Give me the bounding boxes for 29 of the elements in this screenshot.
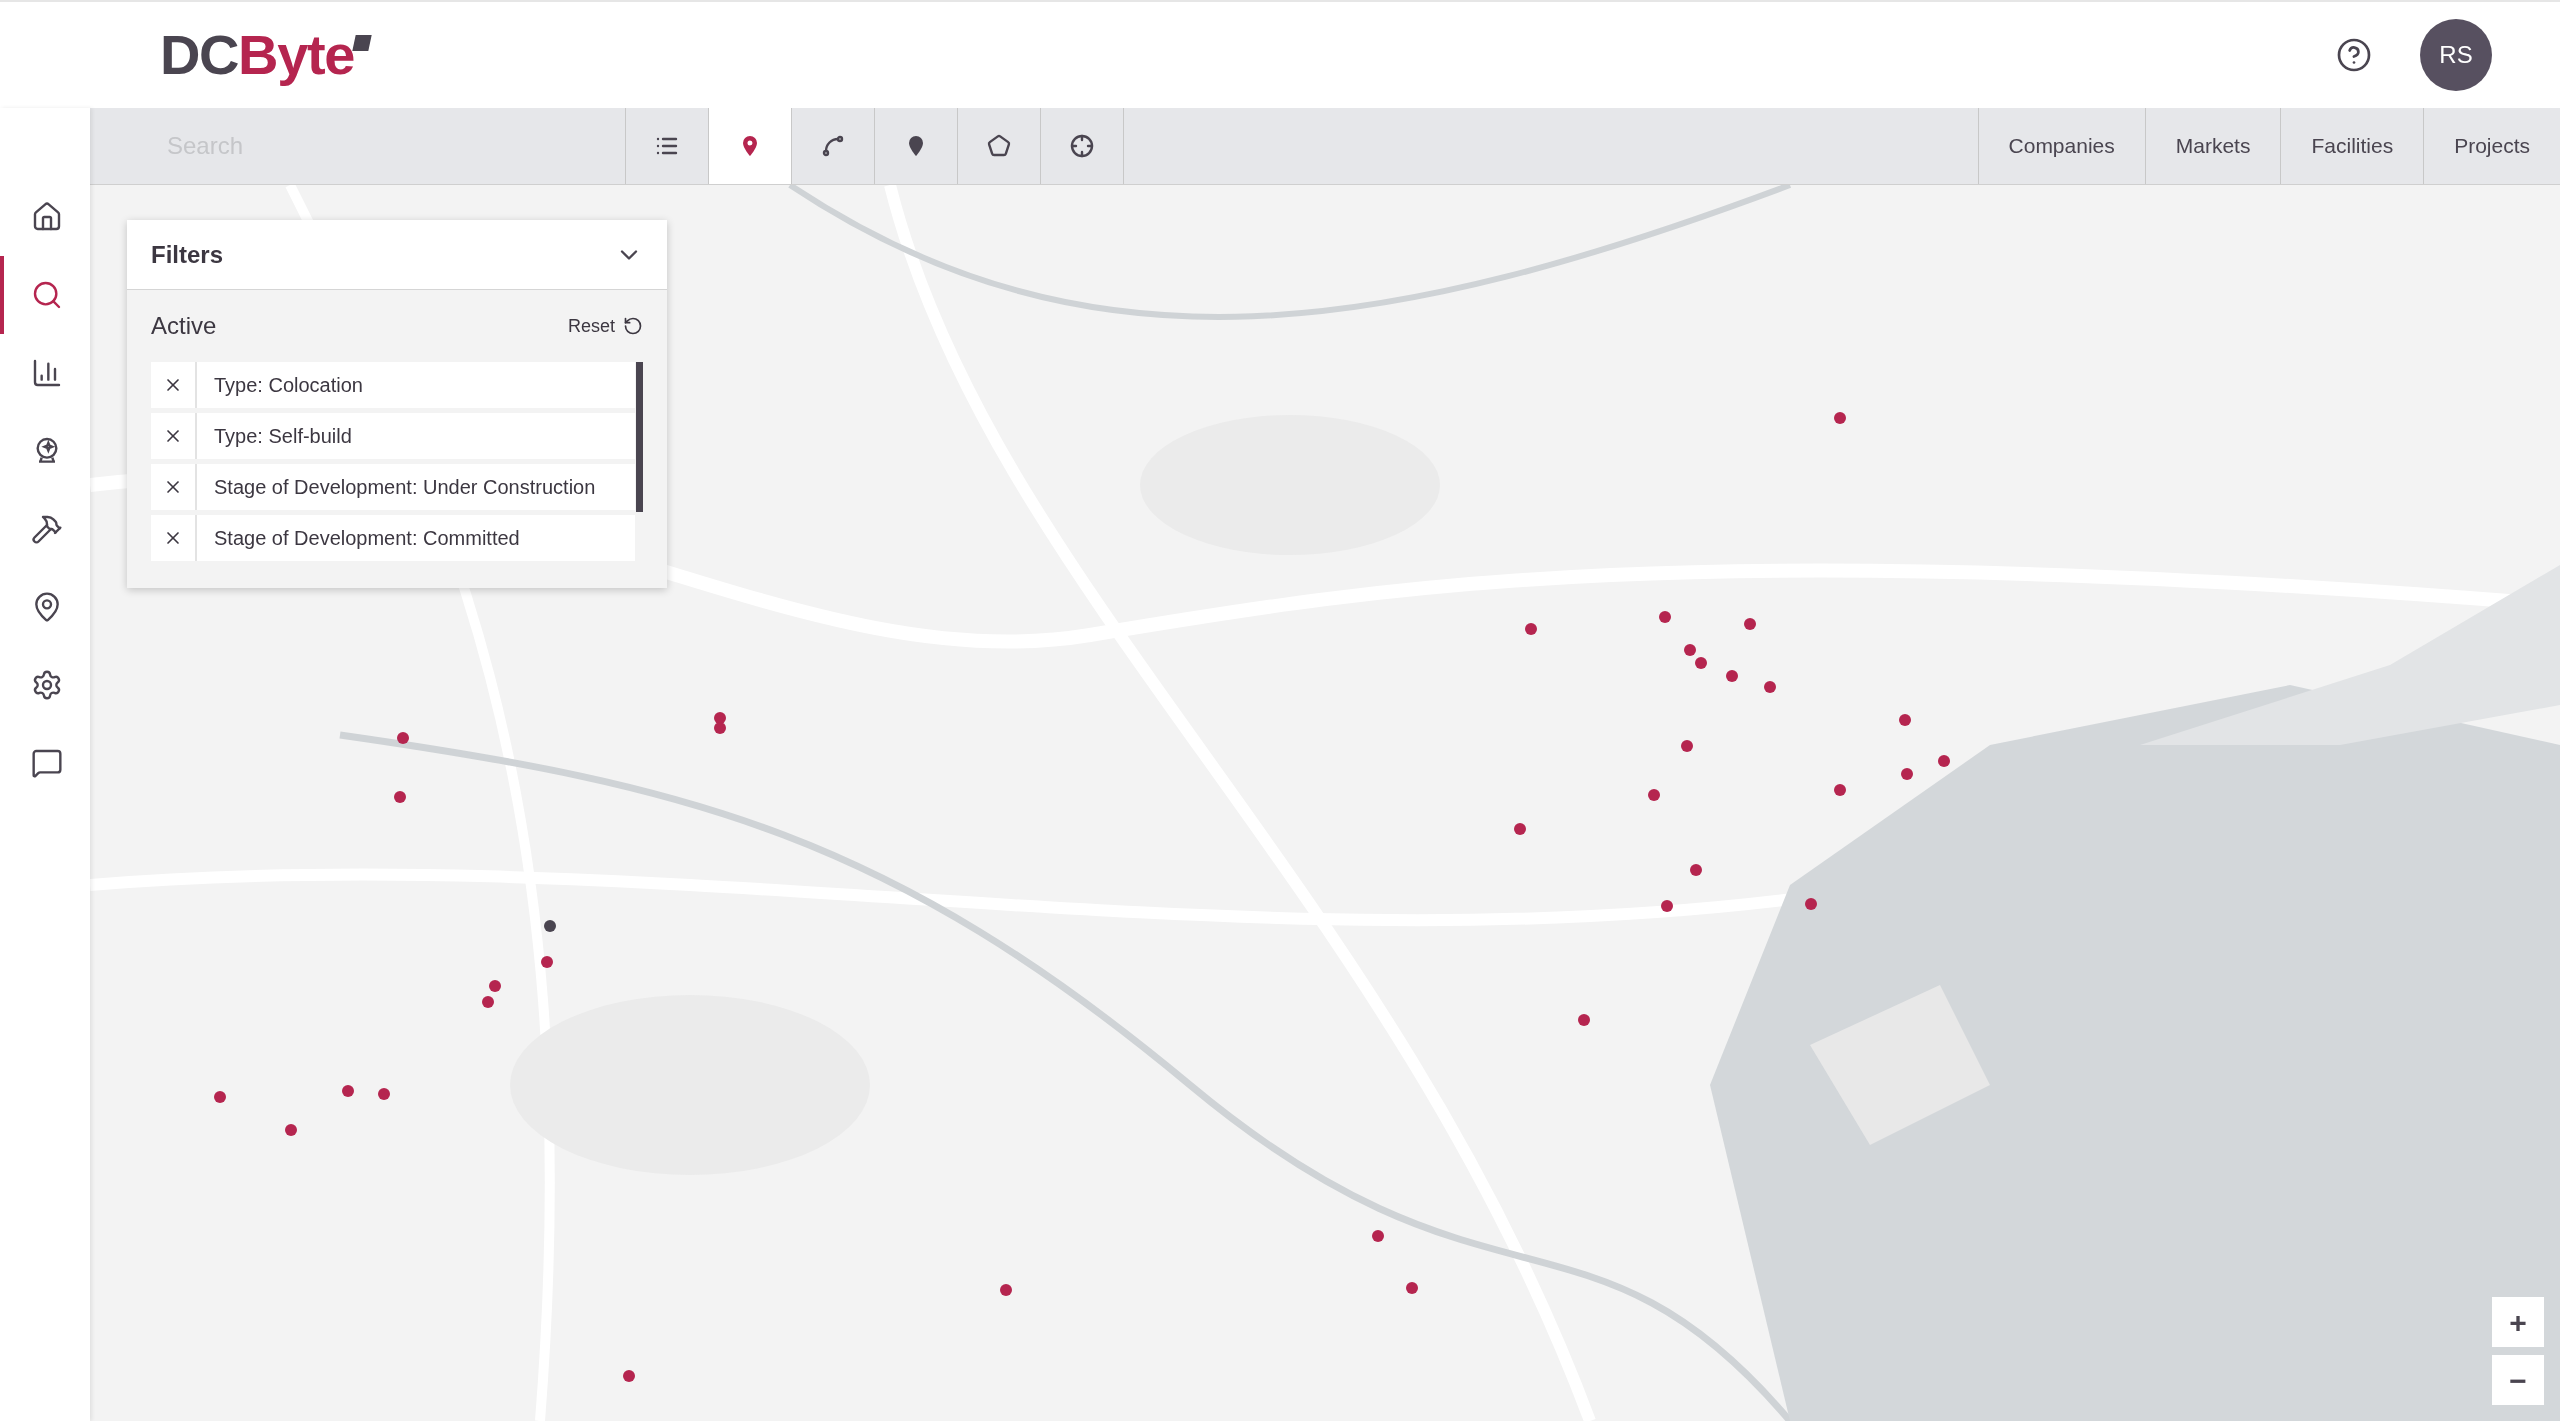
home-icon	[31, 201, 63, 233]
nav-tab[interactable]: Projects	[2423, 108, 2560, 184]
active-label: Active	[151, 311, 217, 341]
chart-icon	[31, 357, 63, 389]
polygon-tool-icon	[987, 134, 1011, 158]
search-icon	[31, 279, 63, 311]
map-tool-button[interactable]	[708, 108, 791, 184]
reset-button[interactable]: Reset	[567, 312, 643, 340]
scrollbar[interactable]	[636, 362, 643, 512]
zoom-in-button[interactable]: +	[2492, 1297, 2544, 1347]
hammer-icon	[31, 513, 63, 545]
filter-label: Type: Colocation	[213, 373, 363, 398]
chat-bubble-icon	[31, 747, 63, 779]
line-tool-icon	[821, 134, 845, 158]
nav-tab[interactable]: Companies	[1977, 108, 2145, 184]
reset-icon	[623, 316, 643, 336]
zoom-out-button[interactable]: −	[2492, 1355, 2544, 1405]
filter-label: Stage of Development: Committed	[213, 526, 520, 551]
nav-tab[interactable]: Markets	[2144, 108, 2281, 184]
nav-tab[interactable]: Facilities	[2280, 108, 2424, 184]
circle-tool-icon	[1070, 134, 1094, 158]
filter-label: Stage of Development: Under Construction	[213, 475, 596, 500]
map-marker[interactable]	[714, 722, 726, 735]
settings-icon	[31, 669, 63, 701]
filters-title: Filters	[151, 239, 224, 270]
logo[interactable]: DCByte	[160, 13, 370, 97]
user-avatar[interactable]: RS	[2420, 19, 2492, 91]
filter-label: Type: Self-build	[213, 424, 352, 449]
help-icon[interactable]	[2336, 37, 2372, 73]
